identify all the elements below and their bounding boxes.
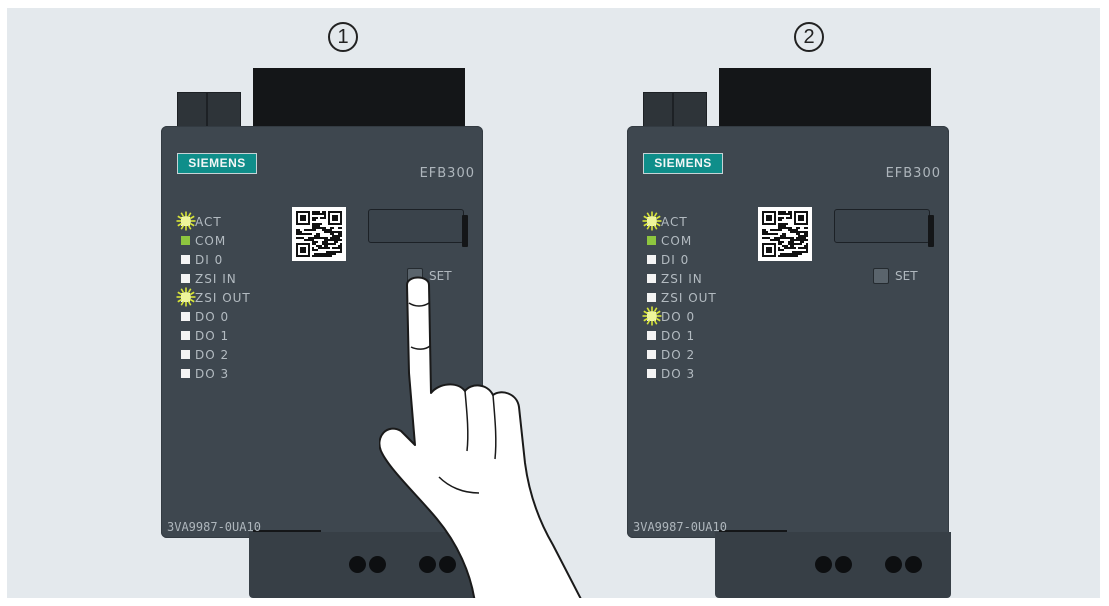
led-light bbox=[647, 331, 656, 340]
led-flashing-icon bbox=[642, 306, 662, 326]
led-label: ZSI OUT bbox=[195, 290, 251, 305]
led-label: COM bbox=[195, 233, 227, 248]
led-light bbox=[181, 369, 190, 378]
terminal-hole bbox=[815, 556, 832, 573]
led-indicator-row: COM bbox=[647, 231, 717, 250]
led-label: DO 1 bbox=[195, 328, 230, 343]
led-light bbox=[647, 350, 656, 359]
led-label: ZSI OUT bbox=[661, 290, 717, 305]
led-indicator-list: ACT COM DI 0 ZSI IN ZSI OUT DO 0 DO 1 DO 2 DO 3 bbox=[642, 211, 717, 383]
led-light bbox=[647, 274, 656, 283]
side-latch bbox=[673, 92, 707, 128]
led-indicator-row: DO 0 bbox=[181, 307, 251, 326]
brand-logo: SIEMENS bbox=[643, 153, 723, 174]
led-label: DO 0 bbox=[661, 309, 696, 324]
article-number: 3VA9987-0UA10 bbox=[633, 520, 727, 534]
slot-tab bbox=[462, 215, 468, 247]
led-light bbox=[647, 255, 656, 264]
led-label: DO 3 bbox=[195, 366, 230, 381]
brand-logo: SIEMENS bbox=[177, 153, 257, 174]
qr-code-pattern bbox=[296, 211, 342, 257]
led-indicator-row: DO 3 bbox=[181, 364, 251, 383]
qr-code-pattern bbox=[762, 211, 808, 257]
side-latch bbox=[177, 92, 207, 128]
model-label: EFB300 bbox=[885, 166, 941, 181]
led-indicator-row: DO 2 bbox=[647, 345, 717, 364]
device-2: SIEMENS EFB300 ACT COM DI 0 ZSI IN ZSI OUT DO… bbox=[627, 68, 957, 598]
led-indicator-row: ZSI OUT bbox=[647, 288, 717, 307]
top-terminal-block bbox=[253, 68, 465, 130]
slot-tab bbox=[928, 215, 934, 247]
led-label: DO 2 bbox=[195, 347, 230, 362]
led-light bbox=[647, 369, 656, 378]
display-slot bbox=[368, 209, 464, 243]
led-indicator-row: DO 3 bbox=[647, 364, 717, 383]
display-slot bbox=[834, 209, 930, 243]
led-label: ACT bbox=[661, 214, 688, 229]
step-2-marker: 2 bbox=[794, 22, 824, 52]
led-label: COM bbox=[661, 233, 693, 248]
led-label: DO 1 bbox=[661, 328, 696, 343]
diagram-canvas: 1 2 SIEMENS EFB300 ACT COM DI 0 ZSI IN ZSI O… bbox=[7, 8, 1100, 598]
top-terminal-block bbox=[719, 68, 931, 130]
side-latch bbox=[207, 92, 241, 128]
led-light bbox=[181, 331, 190, 340]
set-button-label: SET bbox=[895, 269, 918, 283]
led-label: DI 0 bbox=[195, 252, 224, 267]
model-label: EFB300 bbox=[419, 166, 475, 181]
terminal-hole bbox=[835, 556, 852, 573]
led-indicator-row: COM bbox=[181, 231, 251, 250]
led-indicator-row: ZSI OUT bbox=[176, 287, 251, 307]
pressing-finger-hand-icon bbox=[379, 276, 582, 598]
terminal-hole bbox=[349, 556, 366, 573]
led-indicator-row: ZSI IN bbox=[181, 269, 251, 288]
led-indicator-list: ACT COM DI 0 ZSI IN ZSI OUT DO 0 DO 1 DO 2 DO 3 bbox=[176, 211, 251, 383]
led-indicator-row: ACT bbox=[642, 211, 717, 231]
led-indicator-row: DO 2 bbox=[181, 345, 251, 364]
led-label: ACT bbox=[195, 214, 222, 229]
led-label: DO 0 bbox=[195, 309, 230, 324]
led-light bbox=[181, 350, 190, 359]
led-indicator-row: DO 1 bbox=[647, 326, 717, 345]
led-light bbox=[647, 236, 656, 245]
led-indicator-row: DO 1 bbox=[181, 326, 251, 345]
led-light bbox=[181, 255, 190, 264]
led-label: DI 0 bbox=[661, 252, 690, 267]
led-light bbox=[647, 293, 656, 302]
led-indicator-row: ZSI IN bbox=[647, 269, 717, 288]
led-indicator-row: DO 0 bbox=[642, 306, 717, 326]
step-1-marker: 1 bbox=[328, 22, 358, 52]
led-flashing-icon bbox=[176, 287, 196, 307]
led-label: DO 2 bbox=[661, 347, 696, 362]
article-number: 3VA9987-0UA10 bbox=[167, 520, 261, 534]
led-label: DO 3 bbox=[661, 366, 696, 381]
set-button[interactable] bbox=[873, 268, 889, 284]
side-latch bbox=[643, 92, 673, 128]
led-light bbox=[181, 274, 190, 283]
led-label: ZSI IN bbox=[661, 271, 703, 286]
led-flashing-icon bbox=[642, 211, 662, 231]
led-indicator-row: DI 0 bbox=[181, 250, 251, 269]
led-flashing-icon bbox=[176, 211, 196, 231]
qr-code-icon bbox=[292, 207, 346, 261]
led-light bbox=[181, 236, 190, 245]
led-indicator-row: DI 0 bbox=[647, 250, 717, 269]
qr-code-icon bbox=[758, 207, 812, 261]
led-label: ZSI IN bbox=[195, 271, 237, 286]
terminal-hole bbox=[905, 556, 922, 573]
led-light bbox=[181, 312, 190, 321]
led-indicator-row: ACT bbox=[176, 211, 251, 231]
terminal-hole bbox=[885, 556, 902, 573]
